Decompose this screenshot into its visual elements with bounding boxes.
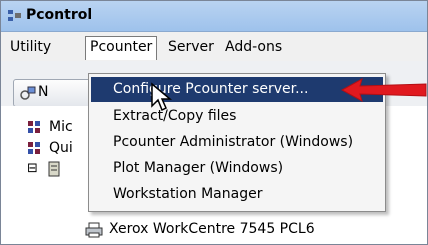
tree-node-printer[interactable]: Xerox WorkCentre 7545 PCL6 [109,221,315,237]
server-icon [28,142,40,154]
tree-expander[interactable]: ⊟ [27,161,38,176]
menu-item-label: Workstation Manager [113,186,263,202]
menu-item-label: Plot Manager (Windows) [113,160,284,176]
menu-bar: Utility Pcounter Server Add-ons [1,32,427,61]
mouse-cursor-icon [151,82,172,112]
server-icon [28,121,40,133]
menu-add-ons[interactable]: Add-ons [221,37,286,57]
tree-node-mic[interactable]: Mic [49,119,73,135]
red-arrow-annotation-icon [340,78,427,102]
title-bar: Pcontrol [1,1,427,32]
network-icon [20,86,36,100]
menu-item-plot-manager[interactable]: Plot Manager (Windows) [91,156,383,181]
menu-item-workstation-manager[interactable]: Workstation Manager [91,182,383,207]
app-icon [8,10,21,21]
printer-icon [85,222,103,238]
computer-icon [48,161,60,177]
menu-item-label: Pcounter Administrator (Windows) [113,134,354,150]
toolbar-button-label: N [38,84,49,100]
menu-server[interactable]: Server [164,37,218,57]
menu-item-label: Configure Pcounter server... [113,81,309,97]
menu-item-pcounter-administrator[interactable]: Pcounter Administrator (Windows) [91,130,383,155]
menu-pcounter[interactable]: Pcounter [85,36,158,60]
tree-node-qui[interactable]: Qui [49,140,73,156]
window-title: Pcontrol [26,7,93,23]
menu-item-extract-copy-files[interactable]: Extract/Copy files [91,104,383,129]
toolbar-button[interactable]: N [13,79,93,107]
menu-utility[interactable]: Utility [6,37,55,57]
